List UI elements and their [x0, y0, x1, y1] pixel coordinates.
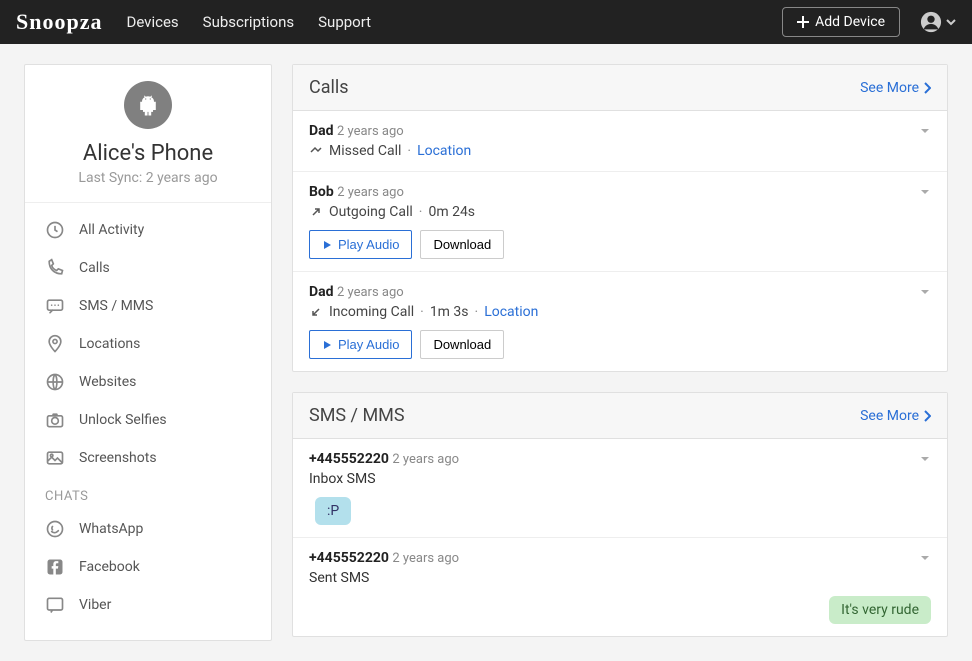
sidebar-item-all-activity[interactable]: All Activity — [25, 211, 271, 249]
sms-panel-title: SMS / MMS — [309, 405, 860, 426]
call-contact-name: Dad — [309, 284, 333, 300]
calls-panel-title: Calls — [309, 77, 860, 98]
incoming-call-icon — [309, 305, 323, 319]
call-type: Outgoing Call — [329, 204, 413, 220]
device-name: Alice's Phone — [25, 141, 271, 166]
sidebar-item-label: WhatsApp — [79, 521, 143, 537]
plus-icon — [797, 16, 809, 28]
sms-item: +445552220 2 years ago Sent SMS It's ver… — [293, 538, 947, 636]
topbar: Snoopza Devices Subscriptions Support Ad… — [0, 0, 972, 44]
sms-panel: SMS / MMS See More +445552220 2 years ag… — [292, 392, 948, 637]
sidebar-item-whatsapp[interactable]: WhatsApp — [25, 510, 271, 548]
calls-see-more-link[interactable]: See More — [860, 80, 931, 96]
call-location-link[interactable]: Location — [417, 143, 471, 159]
call-item: Bob 2 years ago Outgoing Call · 0m 24s P… — [293, 172, 947, 272]
user-icon — [920, 11, 942, 33]
sidebar-item-label: Viber — [79, 597, 111, 613]
call-contact-name: Bob — [309, 184, 334, 200]
item-menu-toggle[interactable] — [919, 552, 931, 564]
globe-icon — [45, 372, 65, 392]
item-menu-toggle[interactable] — [919, 125, 931, 137]
sidebar-item-calls[interactable]: Calls — [25, 249, 271, 287]
sidebar-chats-section-label: CHATS — [25, 477, 271, 510]
sms-from: +445552220 — [309, 451, 389, 467]
sms-bubble-sent: It's very rude — [829, 596, 931, 624]
sidebar-item-screenshots[interactable]: Screenshots — [25, 439, 271, 477]
download-button[interactable]: Download — [420, 230, 504, 259]
sidebar-item-label: Facebook — [79, 559, 140, 575]
viber-icon — [45, 595, 65, 615]
call-contact-name: Dad — [309, 123, 333, 139]
sidebar-item-label: All Activity — [79, 222, 144, 238]
sms-from: +445552220 — [309, 550, 389, 566]
sidebar-item-websites[interactable]: Websites — [25, 363, 271, 401]
sms-bubble-inbox: :P — [315, 497, 351, 525]
sidebar-item-label: Websites — [79, 374, 136, 390]
nav-devices[interactable]: Devices — [126, 13, 178, 31]
nav-subscriptions[interactable]: Subscriptions — [203, 13, 294, 31]
sidebar-item-unlock-selfies[interactable]: Unlock Selfies — [25, 401, 271, 439]
play-icon — [322, 240, 332, 250]
item-menu-toggle[interactable] — [919, 453, 931, 465]
sms-icon — [45, 296, 65, 316]
sidebar-item-label: SMS / MMS — [79, 298, 153, 314]
call-time: 2 years ago — [337, 285, 404, 300]
sms-type: Sent SMS — [309, 570, 931, 586]
outgoing-call-icon — [309, 205, 323, 219]
missed-call-icon — [309, 144, 323, 158]
sms-type: Inbox SMS — [309, 471, 931, 487]
location-icon — [45, 334, 65, 354]
brand-logo: Snoopza — [16, 9, 102, 35]
call-location-link[interactable]: Location — [484, 304, 538, 320]
sms-time: 2 years ago — [392, 551, 459, 566]
sidebar-item-facebook[interactable]: Facebook — [25, 548, 271, 586]
item-menu-toggle[interactable] — [919, 186, 931, 198]
caret-down-icon — [946, 17, 956, 27]
phone-icon — [45, 258, 65, 278]
image-icon — [45, 448, 65, 468]
sidebar-item-label: Calls — [79, 260, 110, 276]
sms-item: +445552220 2 years ago Inbox SMS :P — [293, 439, 947, 538]
sidebar-item-label: Locations — [79, 336, 140, 352]
call-time: 2 years ago — [337, 124, 404, 139]
chevron-right-icon — [923, 410, 931, 422]
play-audio-button[interactable]: Play Audio — [309, 230, 412, 259]
add-device-label: Add Device — [815, 14, 885, 30]
device-last-sync: Last Sync: 2 years ago — [25, 170, 271, 186]
call-item: Dad 2 years ago Incoming Call · 1m 3s · … — [293, 272, 947, 371]
sidebar-item-label: Unlock Selfies — [79, 412, 167, 428]
sidebar-item-sms[interactable]: SMS / MMS — [25, 287, 271, 325]
call-type: Missed Call — [329, 143, 401, 159]
call-duration: 0m 24s — [428, 204, 475, 220]
call-type: Incoming Call — [329, 304, 414, 320]
facebook-icon — [45, 557, 65, 577]
sidebar-item-label: Screenshots — [79, 450, 157, 466]
whatsapp-icon — [45, 519, 65, 539]
clock-icon — [45, 220, 65, 240]
top-nav: Devices Subscriptions Support — [126, 13, 782, 31]
sidebar-item-locations[interactable]: Locations — [25, 325, 271, 363]
calls-panel: Calls See More Dad 2 years ago Missed Ca… — [292, 64, 948, 372]
call-time: 2 years ago — [337, 185, 404, 200]
chevron-right-icon — [923, 82, 931, 94]
call-item: Dad 2 years ago Missed Call · Location — [293, 111, 947, 172]
sidebar: Alice's Phone Last Sync: 2 years ago All… — [24, 64, 272, 641]
item-menu-toggle[interactable] — [919, 286, 931, 298]
add-device-button[interactable]: Add Device — [782, 7, 900, 37]
call-duration: 1m 3s — [430, 304, 469, 320]
play-audio-button[interactable]: Play Audio — [309, 330, 412, 359]
play-icon — [322, 340, 332, 350]
nav-support[interactable]: Support — [318, 13, 371, 31]
download-button[interactable]: Download — [420, 330, 504, 359]
device-platform-icon — [124, 81, 172, 129]
sidebar-item-viber[interactable]: Viber — [25, 586, 271, 624]
sms-see-more-link[interactable]: See More — [860, 408, 931, 424]
sms-time: 2 years ago — [392, 452, 459, 467]
camera-icon — [45, 410, 65, 430]
user-menu[interactable] — [920, 11, 956, 33]
